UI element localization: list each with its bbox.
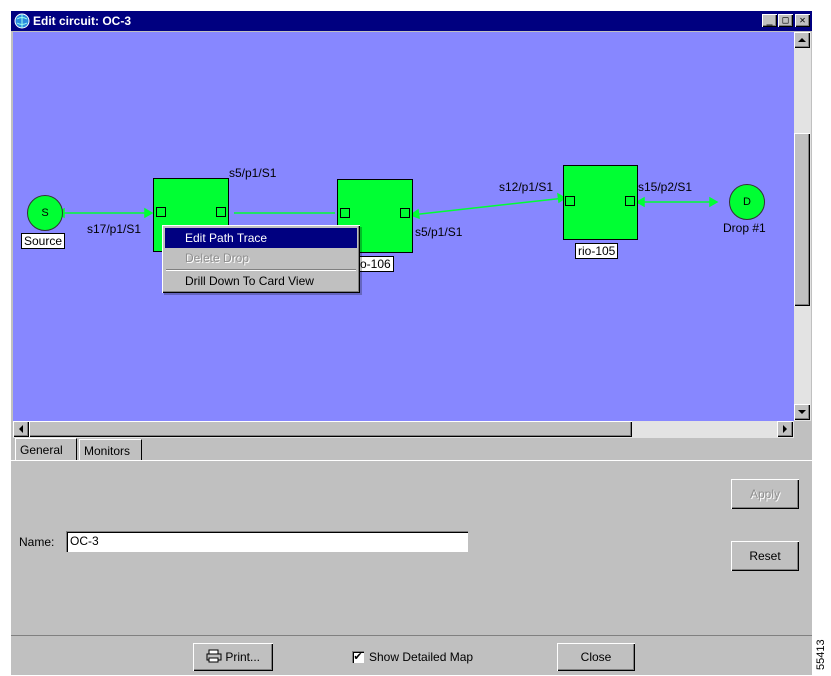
scroll-left-button[interactable] (13, 421, 29, 437)
link-label-s17: s17/p1/S1 (87, 222, 142, 236)
arrow-down-icon (798, 410, 806, 414)
link-label-s5-b: s5/p1/S1 (415, 225, 463, 239)
port-icon (400, 208, 410, 218)
port-icon (156, 207, 166, 217)
network-node-3[interactable] (563, 165, 638, 240)
arrow-right-icon (783, 425, 787, 433)
link-label-s15: s15/p2/S1 (638, 180, 693, 194)
maximize-button[interactable]: □ (778, 14, 793, 27)
menu-item-drill-down[interactable]: Drill Down To Card View (165, 271, 357, 291)
circuit-map[interactable]: S Source s17/p1/S1 s5/p1/S1 o-106 s5/p1/… (13, 32, 794, 421)
show-detailed-map-label[interactable]: Show Detailed Map (369, 650, 473, 664)
horizontal-scroll-thumb[interactable] (29, 421, 632, 437)
source-node[interactable]: S (27, 195, 63, 231)
link-label-s5-a: s5/p1/S1 (229, 166, 277, 180)
source-label: Source (21, 233, 66, 249)
name-input[interactable]: OC-3 (66, 531, 468, 552)
figure-number: 55413 (815, 639, 827, 670)
apply-button[interactable]: Apply (731, 479, 799, 509)
arrow-icon (709, 196, 719, 208)
menu-item-delete-drop[interactable]: Delete Drop (165, 248, 357, 268)
link-label-s12: s12/p1/S1 (499, 180, 554, 194)
close-window-button[interactable]: ✕ (795, 14, 810, 27)
link-node2-node3 (410, 197, 566, 216)
vertical-scroll-thumb[interactable] (794, 133, 810, 306)
menu-item-edit-path-trace[interactable]: Edit Path Trace (165, 228, 357, 248)
arrow-icon (635, 196, 645, 208)
arrow-icon (144, 207, 154, 219)
tab-general[interactable]: General (15, 438, 77, 460)
footer-bar: Print... ✔ Show Detailed Map Close (11, 635, 812, 676)
arrow-left-icon (19, 425, 23, 433)
context-menu: Edit Path Trace Delete Drop Drill Down T… (162, 225, 360, 293)
port-icon (216, 207, 226, 217)
port-icon (625, 196, 635, 206)
scroll-down-button[interactable] (794, 404, 810, 420)
title-bar[interactable]: Edit circuit: OC-3 _ □ ✕ (11, 11, 812, 31)
port-icon (565, 196, 575, 206)
drop-label: Drop #1 (723, 221, 766, 235)
port-icon (340, 208, 350, 218)
print-button[interactable]: Print... (193, 643, 273, 671)
window-title: Edit circuit: OC-3 (33, 14, 132, 28)
arrow-up-icon (798, 38, 806, 42)
node-label-rio105: rio-105 (575, 243, 619, 259)
horizontal-scrollbar[interactable] (13, 421, 794, 438)
app-globe-icon (14, 13, 30, 29)
node-label-o106: o-106 (357, 256, 394, 272)
drop-node[interactable]: D (729, 184, 765, 220)
print-label: Print... (225, 650, 261, 664)
edit-circuit-window: Edit circuit: OC-3 _ □ ✕ S Source s17/p1… (11, 11, 812, 675)
close-button[interactable]: Close (557, 643, 635, 671)
reset-button[interactable]: Reset (731, 541, 799, 571)
tab-monitors[interactable]: Monitors (79, 439, 142, 460)
printer-icon (206, 649, 222, 663)
vertical-scrollbar[interactable] (794, 32, 811, 421)
show-detailed-map-checkbox[interactable]: ✔ (352, 651, 364, 663)
scroll-corner (794, 421, 811, 438)
scroll-up-button[interactable] (794, 32, 810, 48)
name-label: Name: (19, 535, 55, 549)
scroll-right-button[interactable] (777, 421, 793, 437)
minimize-button[interactable]: _ (762, 14, 777, 27)
